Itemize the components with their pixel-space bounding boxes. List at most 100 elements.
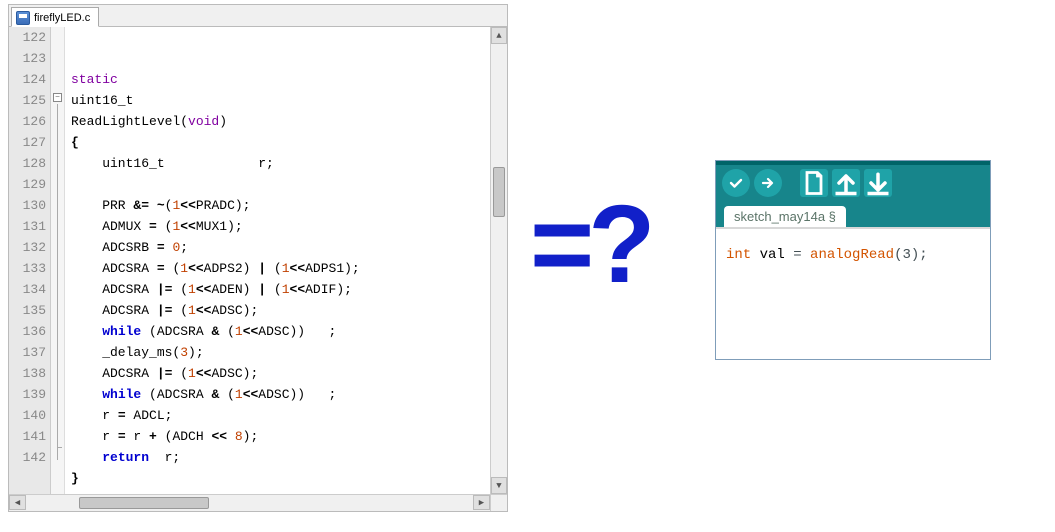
left-code-editor: fireflyLED.c 122123124125126127128129130… — [8, 4, 508, 512]
code-token: << — [290, 282, 306, 297]
scroll-left-icon[interactable]: ◀ — [9, 495, 26, 510]
code-token: ); — [188, 345, 204, 360]
code-token: << — [290, 261, 306, 276]
code-token-space — [802, 247, 810, 263]
code-token: ADEN) — [211, 282, 258, 297]
code-token: | — [258, 282, 274, 297]
arduino-code-area[interactable]: int val = analogRead(3); — [716, 227, 990, 281]
code-line: uint16_t — [71, 90, 507, 111]
code-token: ( — [227, 324, 235, 339]
code-token: ) — [219, 114, 227, 129]
code-token: ( — [180, 282, 188, 297]
upload-button[interactable] — [754, 169, 782, 197]
scroll-down-icon[interactable]: ▼ — [491, 477, 507, 494]
code-line: r = ADCL; — [71, 405, 507, 426]
code-line: ADCSRA = (1<<ADPS2) | (1<<ADPS1); — [71, 258, 507, 279]
code-token-fn: analogRead — [810, 247, 894, 263]
code-token: ( — [274, 282, 282, 297]
line-number-gutter: 1221231241251261271281291301311321331341… — [9, 27, 51, 511]
arrow-down-icon — [864, 169, 892, 197]
code-token: ADSC); — [211, 366, 258, 381]
code-line: ADCSRA |= (1<<ADSC); — [71, 300, 507, 321]
new-sketch-button[interactable] — [800, 169, 828, 197]
code-token: << — [243, 324, 259, 339]
editor-tab-bar: fireflyLED.c — [9, 5, 507, 27]
line-number: 132 — [9, 237, 50, 258]
verify-button[interactable] — [722, 169, 750, 197]
code-token-type: int — [726, 247, 751, 263]
file-tab-label: fireflyLED.c — [34, 12, 90, 24]
file-tab-firefly[interactable]: fireflyLED.c — [11, 7, 99, 27]
code-token: r — [71, 429, 118, 444]
scrollbar-corner — [490, 494, 507, 511]
code-token: uint16_t r; — [71, 156, 274, 171]
save-sketch-button[interactable] — [864, 169, 892, 197]
code-line — [71, 174, 507, 195]
code-token: ADSC); — [211, 303, 258, 318]
line-number: 140 — [9, 405, 50, 426]
horizontal-scroll-thumb[interactable] — [79, 497, 209, 509]
code-line: r = r + (ADCH << 8); — [71, 426, 507, 447]
line-number: 129 — [9, 174, 50, 195]
code-token: << — [180, 219, 196, 234]
code-line: uint16_t r; — [71, 153, 507, 174]
code-token: & — [211, 387, 227, 402]
code-text-area[interactable]: staticuint16_tReadLightLevel(void){ uint… — [65, 27, 507, 511]
code-token: ADPS2) — [204, 261, 259, 276]
code-token: = — [149, 219, 165, 234]
fold-guide-line — [57, 104, 58, 460]
code-token: &= ~ — [133, 198, 164, 213]
arduino-sketch-tab[interactable]: sketch_may14a § — [724, 206, 846, 227]
code-token: ADCSRA — [71, 282, 157, 297]
horizontal-scrollbar[interactable]: ◀ ▶ — [9, 494, 490, 511]
line-number: 136 — [9, 321, 50, 342]
code-token: << — [243, 387, 259, 402]
code-token: PRADC); — [196, 198, 251, 213]
new-file-icon — [800, 169, 828, 197]
line-number: 137 — [9, 342, 50, 363]
line-number: 135 — [9, 300, 50, 321]
vertical-scroll-thumb[interactable] — [493, 167, 505, 217]
code-token: ); — [243, 429, 259, 444]
line-number: 122 — [9, 27, 50, 48]
code-token: 1 — [235, 387, 243, 402]
code-token: ADCSRB — [71, 240, 157, 255]
line-number: 139 — [9, 384, 50, 405]
line-number: 133 — [9, 258, 50, 279]
line-number: 138 — [9, 363, 50, 384]
code-token: << — [188, 261, 204, 276]
code-token: ADSC)) ; — [258, 387, 336, 402]
code-token: (ADCH — [165, 429, 212, 444]
code-token: << — [180, 198, 196, 213]
code-token: r; — [149, 450, 180, 465]
code-token: r — [71, 408, 118, 423]
code-token: return — [102, 450, 149, 465]
line-number: 130 — [9, 195, 50, 216]
equals-question-label: =? — [530, 190, 649, 300]
code-token: } — [71, 471, 79, 486]
code-line: return r; — [71, 447, 507, 468]
fold-column: − — [51, 27, 65, 511]
code-token: (ADCSRA — [141, 387, 211, 402]
code-token: = — [157, 261, 173, 276]
open-sketch-button[interactable] — [832, 169, 860, 197]
code-token: ( — [227, 387, 235, 402]
vertical-scrollbar[interactable]: ▲ ▼ — [490, 27, 507, 494]
code-token: PRR — [71, 198, 133, 213]
code-token: | — [258, 261, 274, 276]
code-line: ADCSRA |= (1<<ADSC); — [71, 363, 507, 384]
arrow-right-icon — [760, 175, 776, 191]
arrow-up-icon — [832, 169, 860, 197]
code-token: << — [196, 282, 212, 297]
code-token-eq: = — [793, 247, 801, 263]
line-number: 142 — [9, 447, 50, 468]
scroll-up-icon[interactable]: ▲ — [491, 27, 507, 44]
code-token: ReadLightLevel( — [71, 114, 188, 129]
code-token: ADCSRA — [71, 303, 157, 318]
fold-toggle-icon[interactable]: − — [53, 93, 62, 102]
scroll-right-icon[interactable]: ▶ — [473, 495, 490, 510]
code-line: ADMUX = (1<<MUX1); — [71, 216, 507, 237]
line-number: 127 — [9, 132, 50, 153]
code-token: ADIF); — [305, 282, 352, 297]
code-token — [71, 450, 102, 465]
